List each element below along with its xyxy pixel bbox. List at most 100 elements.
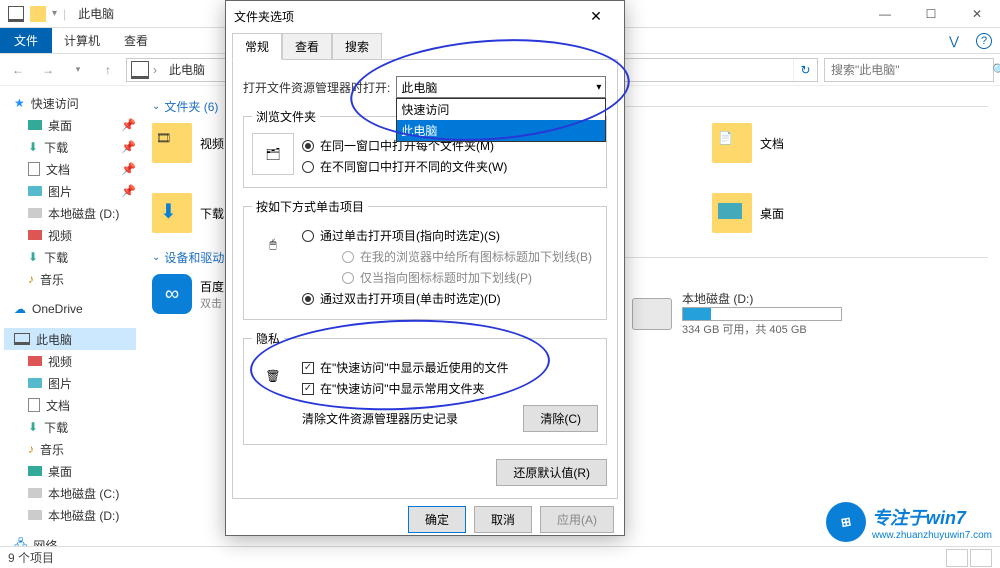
sidebar-pc-desktop[interactable]: 桌面 xyxy=(4,460,136,482)
details-view-button[interactable] xyxy=(946,549,968,567)
sidebar-pc-drive-c[interactable]: 本地磁盘 (C:) xyxy=(4,482,136,504)
help-icon[interactable]: ? xyxy=(976,33,992,49)
clear-button[interactable]: 清除(C) xyxy=(523,405,598,432)
sidebar-pc-documents[interactable]: 文档 xyxy=(4,394,136,416)
folder-documents[interactable]: 📄文档 xyxy=(712,123,912,163)
sidebar-pc-music[interactable]: ♪音乐 xyxy=(4,438,136,460)
status-bar: 9 个项目 xyxy=(0,546,1000,568)
check-frequent-folders[interactable]: 在"快速访问"中显示常用文件夹 xyxy=(302,380,598,397)
sidebar-pc-pictures[interactable]: 图片 xyxy=(4,372,136,394)
video-icon xyxy=(28,356,42,366)
music-icon: ♪ xyxy=(28,442,34,456)
browse-legend: 浏览文件夹 xyxy=(252,108,320,125)
pin-icon: 📌 xyxy=(121,162,136,176)
document-icon xyxy=(28,398,40,412)
radio-icon xyxy=(302,161,314,173)
sidebar-pc-drive-d[interactable]: 本地磁盘 (D:) xyxy=(4,504,136,526)
tab-search[interactable]: 搜索 xyxy=(332,33,382,60)
folder-icon: ⬇ xyxy=(152,193,192,233)
sidebar-network[interactable]: 🖧网络 xyxy=(4,534,136,546)
sidebar-documents[interactable]: 文档📌 xyxy=(4,158,136,180)
forward-button[interactable]: → xyxy=(36,58,60,82)
ribbon-tab-computer[interactable]: 计算机 xyxy=(52,28,112,53)
back-button[interactable]: ← xyxy=(6,58,30,82)
pin-icon: 📌 xyxy=(121,184,136,198)
nav-pane: ★快速访问 桌面📌 ⬇下载📌 文档📌 图片📌 本地磁盘 (D:) 视频 ⬇下载 … xyxy=(0,86,140,546)
search-icon[interactable]: 🔍 xyxy=(992,63,1000,77)
check-recent-files[interactable]: 在"快速访问"中显示最近使用的文件 xyxy=(302,359,598,376)
item-count: 9 个项目 xyxy=(8,549,54,566)
refresh-icon[interactable]: ↻ xyxy=(793,59,817,81)
file-tab[interactable]: 文件 xyxy=(0,28,52,53)
onedrive-icon: ☁ xyxy=(14,302,26,316)
ribbon-collapse-icon[interactable]: ⋁ xyxy=(940,28,968,53)
folder-desktop[interactable]: 桌面 xyxy=(712,193,912,233)
dialog-close-button[interactable]: ✕ xyxy=(576,8,616,25)
properties-icon[interactable] xyxy=(30,6,46,22)
sidebar-pc-videos[interactable]: 视频 xyxy=(4,350,136,372)
chevron-right-icon[interactable]: › xyxy=(153,63,157,77)
download-icon: ⬇ xyxy=(28,250,38,264)
folder-icon xyxy=(712,193,752,233)
radio-diff-window[interactable]: 在不同窗口中打开不同的文件夹(W) xyxy=(302,158,598,175)
open-to-dropdown[interactable]: 此电脑 ▾ 快速访问 此电脑 xyxy=(396,76,606,98)
up-button[interactable]: ↑ xyxy=(96,58,120,82)
sidebar-pc-downloads[interactable]: ⬇下载 xyxy=(4,416,136,438)
watermark-text: 专注于win7 xyxy=(872,508,966,528)
sidebar-drive-d[interactable]: 本地磁盘 (D:) xyxy=(4,202,136,224)
drive-icon xyxy=(28,510,42,520)
picture-icon xyxy=(28,378,42,388)
minimize-button[interactable]: — xyxy=(862,0,908,28)
drive-info: 334 GB 可用，共 405 GB xyxy=(682,321,842,337)
drive-icon xyxy=(632,298,672,330)
restore-defaults-button[interactable]: 还原默认值(R) xyxy=(496,459,607,486)
radio-single-click[interactable]: 通过单击打开项目(指向时选定)(S) xyxy=(302,227,598,244)
tab-view[interactable]: 查看 xyxy=(282,33,332,60)
separator: | xyxy=(63,7,66,21)
watermark-logo-icon: ⊞ xyxy=(826,502,866,542)
music-icon: ♪ xyxy=(28,272,34,286)
search-input[interactable] xyxy=(825,63,992,77)
breadcrumb[interactable]: 此电脑 xyxy=(169,61,205,78)
chevron-down-icon: ⌄ xyxy=(152,252,160,263)
sidebar-videos[interactable]: 视频 xyxy=(4,224,136,246)
drive-icon xyxy=(28,488,42,498)
baidu-icon: ∞ xyxy=(152,274,192,314)
pin-icon: 📌 xyxy=(121,140,136,154)
watermark-url: www.zhuanzhuyuwin7.com xyxy=(872,530,992,541)
dialog-buttons: 确定 取消 应用(A) xyxy=(226,506,624,543)
dialog-body: 打开文件资源管理器时打开: 此电脑 ▾ 快速访问 此电脑 浏览文件夹 🗂 在同一… xyxy=(232,59,618,499)
cancel-button[interactable]: 取消 xyxy=(474,506,532,533)
open-to-label: 打开文件资源管理器时打开: xyxy=(243,79,390,96)
sidebar-music[interactable]: ♪音乐 xyxy=(4,268,136,290)
apply-button[interactable]: 应用(A) xyxy=(540,506,614,533)
folder-icon: 📄 xyxy=(712,123,752,163)
dropdown-icon[interactable]: ▾ xyxy=(52,8,57,19)
close-button[interactable]: ✕ xyxy=(954,0,1000,28)
dropdown-option-thispc[interactable]: 此电脑 xyxy=(397,120,605,141)
sidebar-desktop[interactable]: 桌面📌 xyxy=(4,114,136,136)
sidebar-onedrive[interactable]: ☁OneDrive xyxy=(4,298,136,320)
sidebar-pictures[interactable]: 图片📌 xyxy=(4,180,136,202)
click-items-group: 按如下方式单击项目 🖱 通过单击打开项目(指向时选定)(S) 在我的浏览器中给所… xyxy=(243,198,607,320)
drive-d[interactable]: 本地磁盘 (D:) 334 GB 可用，共 405 GB xyxy=(632,290,842,337)
sidebar-downloads[interactable]: ⬇下载📌 xyxy=(4,136,136,158)
clear-label: 清除文件资源管理器历史记录 xyxy=(302,410,458,427)
folder-options-dialog: 文件夹选项 ✕ 常规 查看 搜索 打开文件资源管理器时打开: 此电脑 ▾ 快速访… xyxy=(225,0,625,536)
sidebar-thispc[interactable]: 此电脑 xyxy=(4,328,136,350)
search-box[interactable]: 🔍 xyxy=(824,58,994,82)
radio-double-click[interactable]: 通过双击打开项目(单击时选定)(D) xyxy=(302,290,598,307)
dropdown-selected: 此电脑 xyxy=(401,79,437,96)
dropdown-option-quickaccess[interactable]: 快速访问 xyxy=(397,99,605,120)
privacy-legend: 隐私 xyxy=(252,330,284,347)
ok-button[interactable]: 确定 xyxy=(408,506,466,533)
dropdown-list: 快速访问 此电脑 xyxy=(396,98,606,142)
ribbon-tab-view[interactable]: 查看 xyxy=(112,28,160,53)
sidebar-quick-access[interactable]: ★快速访问 xyxy=(4,92,136,114)
maximize-button[interactable]: ☐ xyxy=(908,0,954,28)
tab-general[interactable]: 常规 xyxy=(232,33,282,60)
recent-dropdown-icon[interactable]: ▾ xyxy=(66,58,90,82)
radio-icon xyxy=(302,230,314,242)
sidebar-downloads2[interactable]: ⬇下载 xyxy=(4,246,136,268)
tiles-view-button[interactable] xyxy=(970,549,992,567)
